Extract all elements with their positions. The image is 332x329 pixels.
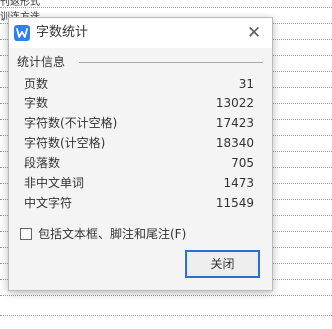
stat-value: 11549 — [215, 196, 254, 210]
stat-value: 705 — [231, 156, 254, 170]
stat-value: 1473 — [223, 176, 254, 190]
stat-label: 段落数 — [24, 156, 61, 170]
stat-row-pages: 页数 31 — [24, 75, 254, 94]
stat-value: 31 — [238, 77, 254, 91]
stat-row-words: 字数 13022 — [24, 94, 254, 113]
stat-row-characters-with-spaces: 字符数(计空格) 18340 — [24, 134, 254, 153]
document-dotted-line — [0, 315, 332, 316]
stat-value: 13022 — [215, 96, 254, 110]
stat-value: 18340 — [215, 136, 254, 150]
wps-writer-icon — [14, 25, 30, 41]
include-textboxes-footnotes-endnotes-checkbox[interactable] — [20, 228, 32, 240]
stat-label: 页数 — [24, 77, 49, 91]
dialog-title: 字数统计 — [36, 25, 89, 40]
stat-label: 字符数(计空格) — [24, 136, 106, 150]
close-button[interactable]: 关闭 — [185, 250, 260, 278]
document-dotted-line — [0, 295, 332, 296]
stat-value: 17423 — [215, 116, 254, 130]
document-dotted-line — [0, 7, 332, 8]
stat-label: 中文字符 — [24, 196, 73, 210]
word-count-dialog: 字数统计 ✕ 统计信息 页数 31 字数 13022 字符数(不计空格) 174… — [8, 17, 273, 291]
stat-label: 字数 — [24, 96, 49, 110]
stat-label: 非中文单词 — [24, 176, 85, 190]
stat-row-paragraphs: 段落数 705 — [24, 154, 254, 173]
stat-label: 字符数(不计空格) — [24, 116, 118, 130]
document-page: 刊返形式 训连方迭 字数统计 ✕ 统计信息 页数 31 — [0, 0, 332, 329]
stat-row-characters-no-spaces: 字符数(不计空格) 17423 — [24, 114, 254, 133]
section-divider — [79, 62, 263, 63]
statistics-section-label: 统计信息 — [17, 55, 70, 70]
close-icon[interactable]: ✕ — [245, 24, 263, 42]
stat-row-non-chinese-words: 非中文单词 1473 — [24, 174, 254, 193]
include-textboxes-footnotes-endnotes-label[interactable]: 包括文本框、脚注和尾注(F) — [38, 225, 186, 243]
stat-row-chinese-characters: 中文字符 11549 — [24, 194, 254, 213]
dialog-titlebar: 字数统计 ✕ — [9, 18, 272, 48]
